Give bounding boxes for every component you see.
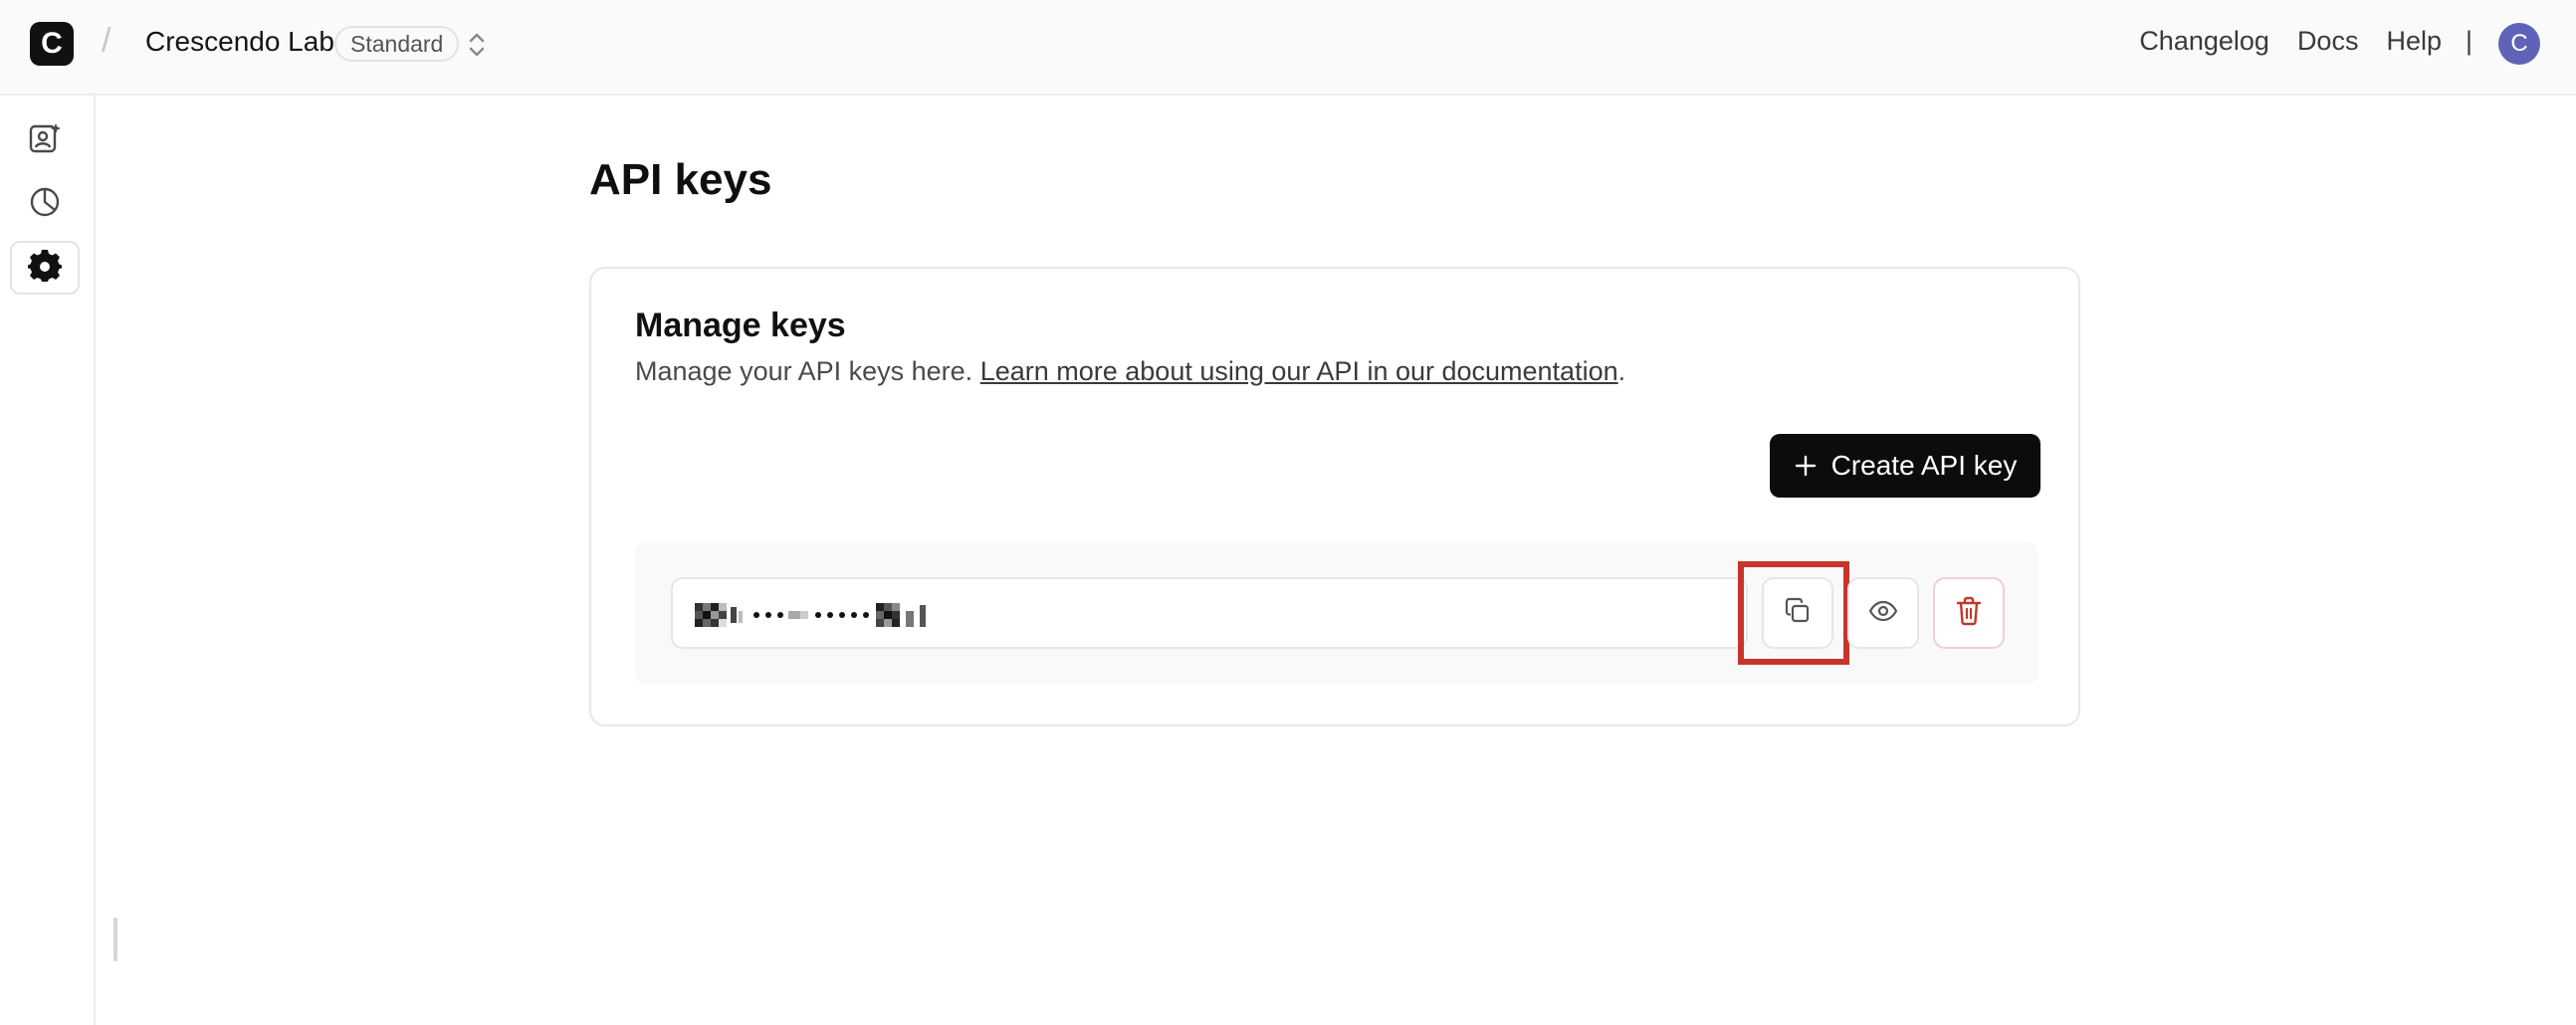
nav-separator: | xyxy=(2465,26,2472,56)
sidebar-item-settings[interactable] xyxy=(10,241,80,295)
nav-changelog[interactable]: Changelog xyxy=(2139,26,2269,57)
eye-icon xyxy=(1867,595,1899,632)
card-description: Manage your API keys here. Learn more ab… xyxy=(635,356,1625,387)
documentation-link[interactable]: Learn more about using our API in our do… xyxy=(980,356,1618,386)
nav-help[interactable]: Help xyxy=(2386,26,2442,57)
card-title: Manage keys xyxy=(635,307,846,344)
sidebar xyxy=(0,96,96,1025)
page-title: API keys xyxy=(589,155,772,204)
breadcrumb-separator: / xyxy=(102,22,111,60)
copy-button-highlight xyxy=(1738,561,1849,665)
org-name[interactable]: Crescendo Lab xyxy=(145,26,334,58)
plan-badge: Standard xyxy=(334,26,460,62)
pie-chart-icon xyxy=(28,185,62,224)
description-suffix: . xyxy=(1617,356,1626,386)
nav-docs[interactable]: Docs xyxy=(2297,26,2359,57)
sidebar-item-contacts[interactable] xyxy=(10,113,80,167)
manage-keys-card: Manage keys Manage your API keys here. L… xyxy=(589,267,2080,726)
create-api-key-label: Create API key xyxy=(1830,450,2018,481)
app-logo[interactable]: C xyxy=(30,22,74,66)
reveal-key-button[interactable] xyxy=(1847,577,1919,649)
top-bar: C / Crescendo Lab Standard Changelog Doc… xyxy=(0,0,2576,96)
sidebar-resize-handle[interactable] xyxy=(113,918,117,961)
api-key-row xyxy=(635,541,2039,685)
delete-key-button[interactable] xyxy=(1933,577,2005,649)
create-api-key-button[interactable]: Create API key xyxy=(1770,434,2040,498)
top-nav: Changelog Docs Help | xyxy=(2111,26,2472,57)
org-switcher-icon[interactable] xyxy=(464,28,490,62)
user-sparkle-icon xyxy=(28,121,62,160)
trash-icon xyxy=(1954,595,1984,632)
api-key-field[interactable] xyxy=(671,577,1748,649)
plus-icon xyxy=(1794,448,1818,484)
sidebar-item-analytics[interactable] xyxy=(10,177,80,231)
api-key-masked-value xyxy=(695,603,934,627)
description-text: Manage your API keys here. xyxy=(635,356,980,386)
avatar[interactable]: C xyxy=(2498,23,2540,65)
gear-icon xyxy=(28,249,62,288)
